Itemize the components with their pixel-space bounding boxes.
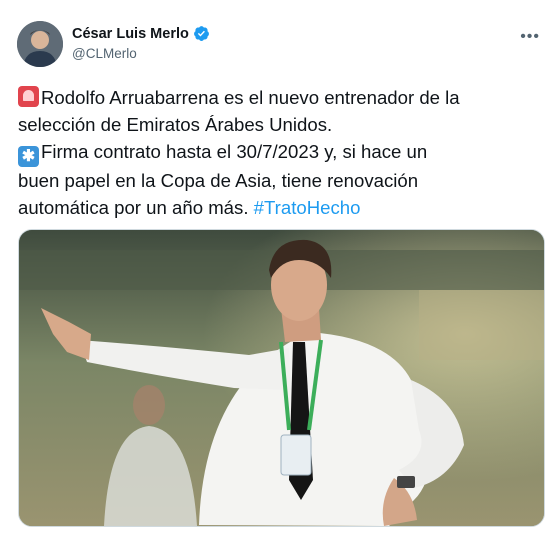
tweet-card: César Luis Merlo @CLMerlo ••• Rodolfo Ar… [0,0,556,538]
tweet-line-3: ✱ Firma contrato hasta el 30/7/2023 y, si… [18,138,538,167]
verified-badge-icon [193,26,209,41]
avatar[interactable] [17,21,63,67]
tweet-line-1-text: Rodolfo Arruabarrena es el nuevo entrena… [41,87,460,108]
more-options-button[interactable]: ••• [520,28,540,46]
tweet-line-3-text: Firma contrato hasta el 30/7/2023 y, si … [41,141,428,162]
tweet-line-1: Rodolfo Arruabarrena es el nuevo entrena… [18,84,538,111]
tweet-line-5-text: automática por un año más. [18,197,254,218]
sparkle-emoji-icon: ✱ [18,146,39,167]
avatar-image [17,21,63,67]
siren-emoji-icon [18,86,39,107]
tweet-line-5: automática por un año más. #TratoHecho [18,194,538,221]
tweet-line-4: buen papel en la Copa de Asia, tiene ren… [18,170,419,191]
tweet-line-2: selección de Emiratos Árabes Unidos. [18,114,333,135]
display-name[interactable]: César Luis Merlo [72,26,189,42]
hashtag-link[interactable]: #TratoHecho [254,197,361,218]
tweet-text: Rodolfo Arruabarrena es el nuevo entrena… [18,84,538,221]
coach-pointing-photo [19,230,544,526]
author-handle[interactable]: @CLMerlo [72,46,137,61]
author-name-row[interactable]: César Luis Merlo [72,25,210,42]
tweet-photo[interactable] [18,229,545,527]
